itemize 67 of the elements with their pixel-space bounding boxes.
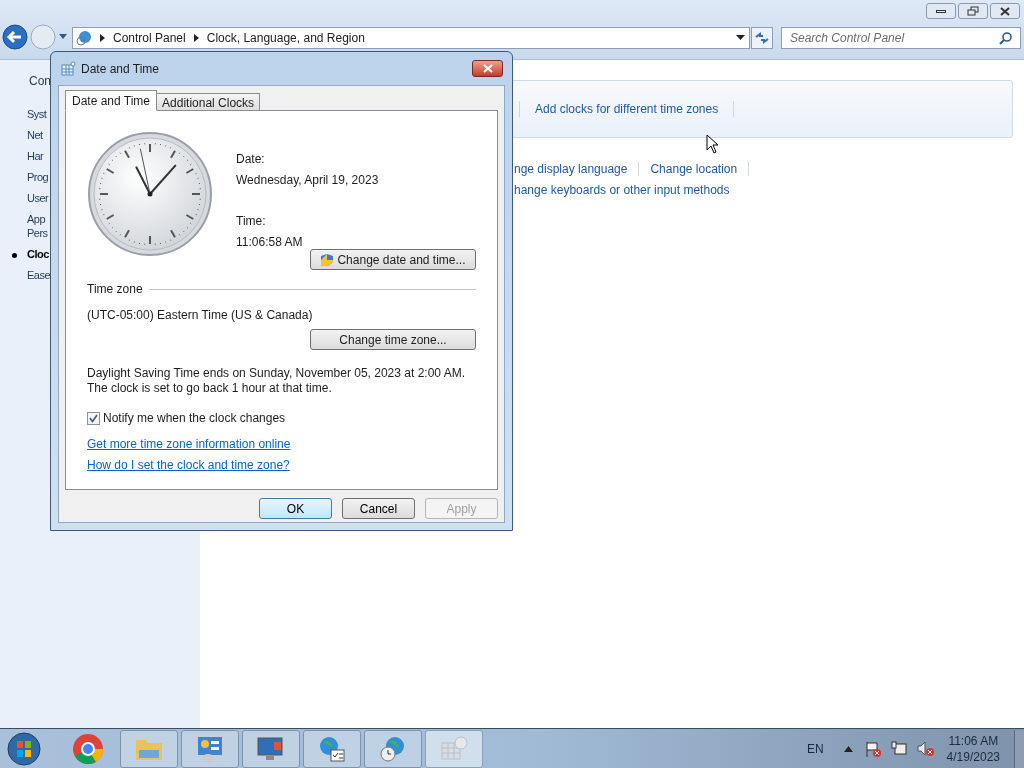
change-date-time-button[interactable]: Change date and time... (310, 249, 476, 270)
address-bar[interactable]: Control Panel Clock, Language, and Region (72, 27, 750, 49)
close-icon (482, 64, 493, 73)
tray-clock[interactable]: 11:06 AM 4/19/2023 (946, 732, 1000, 765)
search-field[interactable]: Search Control Panel (781, 27, 1021, 49)
mouse-cursor (706, 134, 719, 154)
start-button[interactable] (6, 730, 42, 767)
close-button[interactable] (990, 3, 1020, 19)
sidebar-item[interactable]: User (27, 191, 49, 205)
network-icon[interactable] (890, 740, 907, 757)
globe-clock-icon[interactable] (364, 729, 422, 768)
tab[interactable]: Additional Clocks (156, 93, 261, 111)
show-hidden-icons-icon[interactable] (843, 745, 853, 752)
link[interactable]: Change location (650, 160, 738, 178)
calendar-icon (61, 61, 76, 76)
speaker-muted-icon[interactable] (916, 740, 935, 757)
breadcrumb-arrow-icon (193, 34, 199, 42)
sidebar-item[interactable]: Cloc (27, 247, 49, 261)
search-icon[interactable] (999, 31, 1012, 45)
sidebar-item[interactable]: Ease (27, 268, 51, 282)
control-panel-icon[interactable] (181, 729, 239, 768)
selected-bullet-icon (12, 253, 17, 258)
link[interactable]: How do I set the clock and time zone? (87, 456, 290, 474)
sidebar-item[interactable]: Har (27, 149, 44, 163)
refresh-icon (755, 32, 769, 44)
shield-icon (320, 252, 335, 267)
time-zone-value: (UTC-05:00) Eastern Time (US & Canada) (87, 307, 314, 324)
link[interactable]: nge display language (514, 160, 628, 178)
sidebar-item[interactable]: Syst (27, 107, 47, 121)
sidebar-item[interactable]: Net (27, 128, 43, 142)
dialog-title: Date and Time (81, 60, 160, 78)
date-label: Date: (236, 151, 266, 168)
close-icon (1000, 6, 1010, 16)
date-value: Wednesday, April 19, 2023 (236, 172, 379, 189)
notify-checkbox[interactable] (87, 411, 100, 425)
breadcrumb[interactable]: Control Panel (113, 29, 186, 47)
notify-label[interactable]: Notify me when the clock changes (103, 409, 286, 427)
restore-icon (967, 6, 979, 16)
link[interactable]: Get more time zone information online (87, 435, 291, 453)
back-icon[interactable] (2, 24, 28, 50)
dialog-button[interactable]: Cancel (342, 498, 415, 519)
globe-icon (76, 30, 92, 46)
time-value: 11:06:58 AM (236, 234, 304, 251)
dropdown-icon[interactable] (736, 35, 745, 41)
restore-button[interactable] (958, 3, 988, 19)
dst-note: Daylight Saving Time ends on Sunday, November 05, 2023 at 2:00 AM. The clock is set to go back 1 hour at that time. (87, 366, 466, 396)
link[interactable]: Add clocks for different time zones (535, 100, 719, 118)
sidebar-heading: Con (29, 73, 52, 90)
sidebar-item[interactable]: Prog (27, 170, 49, 184)
close-button[interactable] (472, 60, 503, 77)
flag-icon[interactable] (864, 740, 881, 757)
language-indicator[interactable]: EN (806, 739, 824, 758)
search-input[interactable]: Search Control Panel (790, 29, 999, 47)
chrome-icon[interactable] (72, 732, 104, 765)
time-label: Time: (236, 213, 267, 230)
dialog-button[interactable]: OK (259, 498, 332, 519)
change-time-zone-button[interactable]: Change time zone... (310, 329, 476, 350)
minimize-button[interactable] (926, 3, 956, 19)
tab[interactable]: Date and Time (65, 90, 158, 111)
time-zone-heading: Time zone (87, 281, 143, 298)
breadcrumb[interactable]: Clock, Language, and Region (206, 29, 365, 47)
link[interactable]: hange keyboards or other input methods (514, 181, 730, 199)
globe-checklist-icon[interactable] (303, 729, 361, 768)
sidebar-item[interactable]: App Pers (27, 212, 48, 240)
refresh-button[interactable] (751, 27, 773, 49)
monitor-icon[interactable] (242, 729, 300, 768)
breadcrumb-arrow-icon (100, 34, 105, 42)
